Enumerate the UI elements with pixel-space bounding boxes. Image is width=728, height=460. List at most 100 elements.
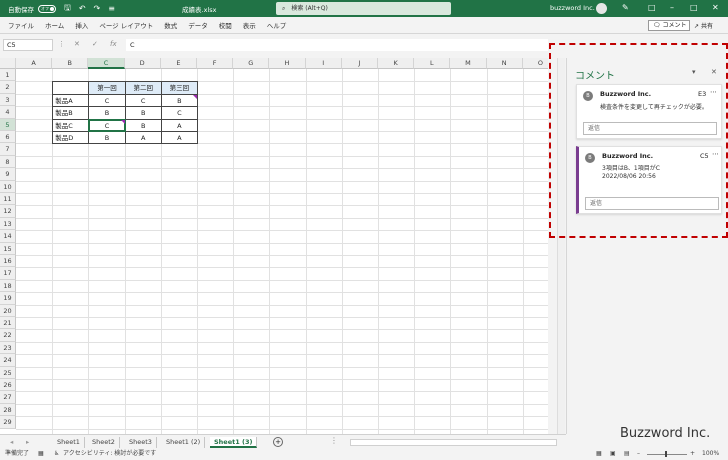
zoom-level[interactable]: 100%: [702, 448, 719, 460]
page-layout-view-icon[interactable]: ▣: [610, 448, 616, 460]
column-header-A[interactable]: A: [16, 58, 53, 69]
column-header-D[interactable]: D: [124, 58, 161, 69]
column-header-B[interactable]: B: [52, 58, 89, 69]
tab-insert[interactable]: 挿入: [75, 20, 88, 30]
tab-page-layout[interactable]: ページ レイアウト: [99, 20, 153, 30]
row-header-13[interactable]: 13: [0, 217, 16, 231]
more-icon[interactable]: ⋮: [58, 40, 65, 48]
file-name[interactable]: 成績表.xlsx: [182, 4, 216, 14]
row-header-23[interactable]: 23: [0, 341, 16, 355]
tab-review[interactable]: 校閲: [219, 20, 232, 30]
row-header-5[interactable]: 5: [0, 118, 16, 131]
table-row-label[interactable]: 製品C: [52, 118, 90, 132]
row-header-24[interactable]: 24: [0, 354, 16, 367]
add-sheet-icon[interactable]: +: [273, 437, 283, 447]
row-header-25[interactable]: 25: [0, 366, 16, 379]
macro-record-icon[interactable]: ▦: [38, 448, 44, 460]
customize-toolbar-icon[interactable]: ≡: [108, 4, 115, 13]
row-header-10[interactable]: 10: [0, 180, 16, 193]
share-button[interactable]: ↗ 共有: [694, 21, 713, 30]
accessibility-icon[interactable]: ♿: [54, 448, 59, 460]
row-header-6[interactable]: 6: [0, 131, 16, 144]
row-header-4[interactable]: 4: [0, 106, 16, 119]
table-cell[interactable]: A: [160, 118, 198, 132]
tab-scroll-left-icon[interactable]: ◂: [6, 437, 17, 448]
table-corner-cell[interactable]: [52, 81, 90, 95]
pen-icon[interactable]: ✎: [622, 3, 629, 12]
enter-icon[interactable]: ✓: [92, 40, 98, 48]
sheet-tab-4[interactable]: Sheet1 (2): [162, 437, 206, 448]
column-header-L[interactable]: L: [414, 58, 451, 69]
comment-card-2[interactable]: B Buzzword Inc. C5 ⋯ 3項目はB、1項目がC 2022/08…: [576, 146, 722, 214]
comment-indicator-icon[interactable]: [193, 94, 197, 99]
column-header-O[interactable]: O: [522, 58, 548, 69]
more-options-icon[interactable]: ⋯: [712, 150, 719, 158]
column-header-I[interactable]: I: [305, 58, 342, 69]
accessibility-status[interactable]: アクセシビリティ: 検討が必要です: [63, 448, 156, 460]
maximize-icon[interactable]: □: [690, 3, 698, 12]
table-cell[interactable]: A: [160, 131, 198, 145]
row-header-27[interactable]: 27: [0, 391, 16, 404]
table-cell[interactable]: C: [88, 93, 126, 108]
tab-help[interactable]: ヘルプ: [267, 20, 287, 30]
zoom-in-icon[interactable]: +: [690, 448, 695, 460]
formula-input[interactable]: C: [126, 39, 548, 51]
tab-file[interactable]: ファイル: [8, 20, 34, 30]
vertical-scrollbar[interactable]: [557, 58, 565, 436]
table-cell[interactable]: B: [88, 106, 126, 120]
sheet-tab-1[interactable]: Sheet1: [53, 437, 85, 448]
table-row-label[interactable]: 製品A: [52, 93, 90, 108]
row-header-26[interactable]: 26: [0, 379, 16, 392]
column-header-H[interactable]: H: [269, 58, 306, 69]
tab-home[interactable]: ホーム: [45, 20, 64, 30]
table-header-cell[interactable]: 第一回: [88, 81, 126, 95]
save-icon[interactable]: 🖫: [64, 2, 71, 16]
row-header-12[interactable]: 12: [0, 205, 16, 218]
user-name[interactable]: buzzword Inc.: [550, 4, 595, 12]
table-cell[interactable]: C: [124, 93, 162, 108]
row-header-22[interactable]: 22: [0, 329, 16, 342]
table-cell[interactable]: C: [160, 106, 198, 120]
table-row-label[interactable]: 製品D: [52, 131, 90, 145]
name-box[interactable]: C5: [3, 39, 53, 51]
row-header-11[interactable]: 11: [0, 193, 16, 206]
autosave-toggle[interactable]: オフ: [38, 4, 56, 13]
reply-input[interactable]: 返信: [585, 197, 719, 210]
row-header-18[interactable]: 18: [0, 279, 16, 293]
comment-indicator-icon[interactable]: [120, 119, 125, 124]
redo-icon[interactable]: ↷: [94, 4, 101, 13]
worksheet-grid[interactable]: A B C D E F G H I J K L M N O 1 2 3 4 5 6 7 8 9 10 11 12 13 14 15 16 17…: [0, 58, 548, 434]
horizontal-scrollbar[interactable]: [350, 439, 557, 446]
row-header-20[interactable]: 20: [0, 304, 16, 317]
row-header-9[interactable]: 9: [0, 168, 16, 181]
search-input[interactable]: ⌕ 検索 (Alt+Q): [276, 2, 451, 15]
function-icon[interactable]: fx: [110, 40, 117, 48]
column-header-M[interactable]: M: [450, 58, 487, 69]
row-header-7[interactable]: 7: [0, 143, 16, 156]
row-header-19[interactable]: 19: [0, 292, 16, 305]
select-all-corner[interactable]: [0, 58, 16, 69]
tab-data[interactable]: データ: [188, 20, 208, 30]
column-header-K[interactable]: K: [378, 58, 415, 69]
table-header-cell[interactable]: 第三回: [160, 81, 198, 95]
table-header-cell[interactable]: 第二回: [124, 81, 162, 95]
sheet-tab-2[interactable]: Sheet2: [88, 437, 120, 448]
row-header-2[interactable]: 2: [0, 81, 16, 94]
row-header-17[interactable]: 17: [0, 267, 16, 280]
sheet-tab-3[interactable]: Sheet3: [125, 437, 157, 448]
normal-view-icon[interactable]: ▦: [596, 448, 602, 460]
table-cell[interactable]: B: [88, 131, 126, 145]
tab-scroll-right-icon[interactable]: ▸: [22, 437, 33, 448]
column-header-F[interactable]: F: [197, 58, 234, 69]
row-header-21[interactable]: 21: [0, 317, 16, 330]
row-header-3[interactable]: 3: [0, 93, 16, 107]
row-header-29[interactable]: 29: [0, 416, 16, 429]
table-cell[interactable]: B: [124, 106, 162, 120]
more-options-icon[interactable]: ⋯: [710, 88, 717, 96]
tab-view[interactable]: 表示: [243, 20, 256, 30]
row-header-8[interactable]: 8: [0, 155, 16, 169]
comment-card-1[interactable]: B Buzzword Inc. E3 ⋯ 検査条件を変更して再チェックが必要。 …: [576, 84, 722, 139]
undo-icon[interactable]: ↶: [79, 4, 86, 13]
pane-close-icon[interactable]: ✕: [711, 68, 717, 76]
comments-button[interactable]: 🗨 コメント: [648, 20, 690, 31]
